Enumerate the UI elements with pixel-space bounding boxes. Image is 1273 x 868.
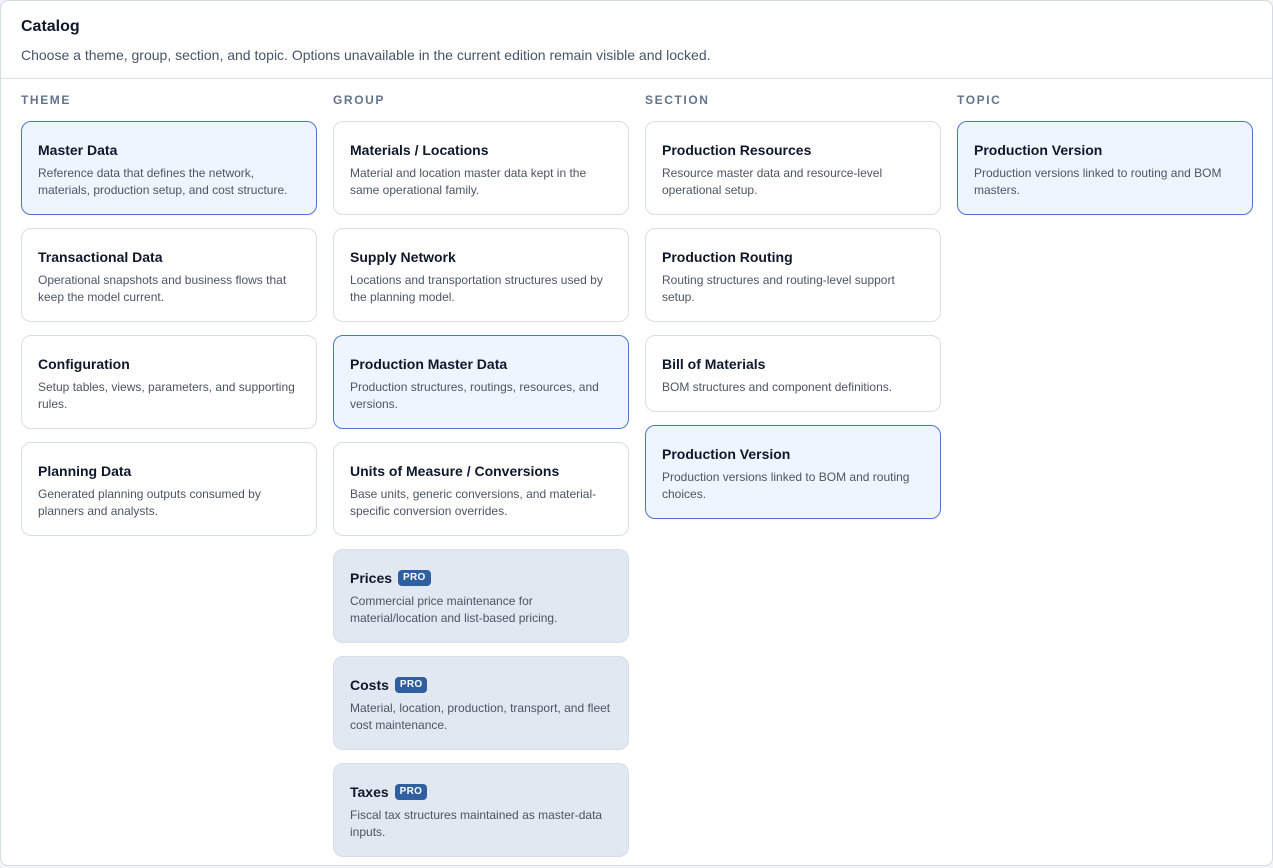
card-description: Locations and transportation structures … [350,273,603,304]
card-title: Production Resources [662,142,812,158]
card-description: Reference data that defines the network,… [38,166,288,197]
group-card-materials-locations[interactable]: Materials / Locations Material and locat… [333,121,629,215]
card-title: Supply Network [350,249,456,265]
card-title: Bill of Materials [662,356,766,372]
card-description: Production structures, routings, resourc… [350,380,599,411]
card-title: Master Data [38,142,118,158]
card-description: Setup tables, views, parameters, and sup… [38,380,295,411]
card-title: Prices [350,570,393,586]
topic-column: TOPIC Production Version Production vers… [957,93,1253,228]
card-title: Production Version [974,142,1103,158]
section-card-production-version[interactable]: Production Version Production versions l… [645,425,941,519]
card-title: Units of Measure / Conversions [350,463,560,479]
section-card-production-resources[interactable]: Production Resources Resource master dat… [645,121,941,215]
card-description: Material and location master data kept i… [350,166,587,197]
card-title: Taxes [350,784,389,800]
theme-column: THEME Master Data Reference data that de… [21,93,317,549]
group-heading: GROUP [333,93,386,107]
section-card-bill-of-materials[interactable]: Bill of Materials BOM structures and com… [645,335,941,412]
theme-card-configuration[interactable]: Configuration Setup tables, views, param… [21,335,317,429]
pro-badge: PRO [394,784,428,800]
card-title: Costs [350,677,389,693]
card-title: Configuration [38,356,130,372]
section-column: SECTION Production Resources Resource ma… [645,93,941,532]
card-description: Generated planning outputs consumed by p… [38,487,261,518]
card-title: Production Routing [662,249,793,265]
group-card-units-of-measure[interactable]: Units of Measure / Conversions Base unit… [333,442,629,536]
theme-card-transactional-data[interactable]: Transactional Data Operational snapshots… [21,228,317,322]
pro-badge: PRO [394,677,428,693]
card-description: Fiscal tax structures maintained as mast… [350,808,603,839]
theme-heading: THEME [21,93,71,107]
card-description: Base units, generic conversions, and mat… [350,487,597,518]
group-card-prices[interactable]: Prices PRO Commercial price maintenance … [333,549,629,643]
section-heading: SECTION [645,93,710,107]
card-title: Production Master Data [350,356,508,372]
group-card-costs[interactable]: Costs PRO Material, location, production… [333,656,629,750]
group-card-production-master-data[interactable]: Production Master Data Production struct… [333,335,629,429]
group-card-taxes[interactable]: Taxes PRO Fiscal tax structures maintain… [333,763,629,857]
topic-card-production-version[interactable]: Production Version Production versions l… [957,121,1253,215]
pro-badge: PRO [398,570,431,586]
topic-heading: TOPIC [957,93,1002,107]
card-description: Material, location, production, transpor… [350,701,611,732]
theme-card-planning-data[interactable]: Planning Data Generated planning outputs… [21,442,317,536]
group-card-supply-network[interactable]: Supply Network Locations and transportat… [333,228,629,322]
card-description: Commercial price maintenance for materia… [350,594,558,625]
section-card-production-routing[interactable]: Production Routing Routing structures an… [645,228,941,322]
group-column: GROUP Materials / Locations Material and… [333,93,629,865]
card-title: Planning Data [38,463,132,479]
theme-card-master-data[interactable]: Master Data Reference data that defines … [21,121,317,215]
card-description: Operational snapshots and business flows… [38,273,287,304]
card-description: Resource master data and resource-level … [662,166,883,197]
card-description: Production versions linked to BOM and ro… [662,470,910,501]
card-title: Materials / Locations [350,142,489,158]
card-description: BOM structures and component definitions… [662,380,893,394]
card-title: Production Version [662,446,791,462]
page-title: Catalog [21,18,80,35]
page-subtitle: Choose a theme, group, section, and topi… [21,47,711,63]
catalog-panel: Catalog Choose a theme, group, section, … [0,0,1273,866]
catalog-header: Catalog Choose a theme, group, section, … [1,1,1272,79]
card-title: Transactional Data [38,249,163,265]
card-description: Routing structures and routing-level sup… [662,273,895,304]
card-description: Production versions linked to routing an… [974,166,1222,197]
